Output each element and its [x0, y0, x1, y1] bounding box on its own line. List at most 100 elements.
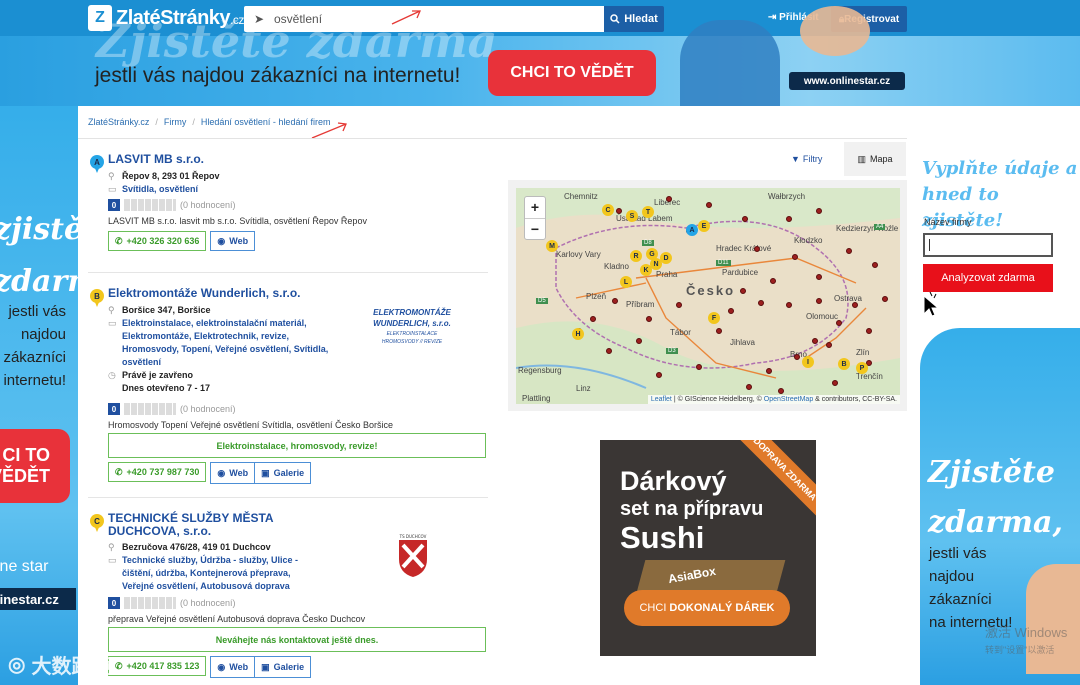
map-road-badge: D5	[536, 298, 548, 304]
map-location-dot[interactable]	[770, 278, 776, 284]
map-location-dot[interactable]	[794, 354, 800, 360]
map-location-dot[interactable]	[746, 384, 752, 390]
map-location-dot[interactable]	[816, 298, 822, 304]
banner-cta-button[interactable]: CHCI TO VĚDĚT	[488, 50, 656, 96]
map-marker-icon: C	[90, 514, 104, 532]
map-location-dot[interactable]	[716, 328, 722, 334]
map-location-dot[interactable]	[852, 302, 858, 308]
web-button[interactable]: ◉ Web	[211, 657, 255, 677]
company-logo[interactable]: TS DUCHCOV	[393, 529, 433, 579]
address-row: ⚲ Bezručova 476/28, 419 01 Duchcov	[108, 542, 271, 552]
map-pin-marker[interactable]: S	[626, 210, 638, 222]
map-location-dot[interactable]	[612, 298, 618, 304]
map-location-dot[interactable]	[872, 262, 878, 268]
leaflet-link[interactable]: Leaflet	[651, 396, 672, 403]
map-pin-marker[interactable]: B	[838, 358, 850, 370]
osm-link[interactable]: OpenStreetMap	[764, 396, 813, 403]
gallery-button[interactable]: ▣ Galerie	[254, 463, 311, 483]
phone-button[interactable]: ✆ +420 737 987 730	[108, 462, 207, 482]
web-gallery-group: ◉ Web ▣ Galerie	[210, 462, 312, 484]
map-pin-marker[interactable]: M	[546, 240, 558, 252]
map-location-dot[interactable]	[754, 246, 760, 252]
gallery-button[interactable]: ▣ Galerie	[254, 657, 311, 677]
sushi-ad-cta[interactable]: CHCI DOKONALÝ DÁREK	[624, 590, 790, 626]
category-links[interactable]: Svítidla, osvětlení	[122, 184, 198, 194]
map-location-dot[interactable]	[706, 202, 712, 208]
highlight-banner[interactable]: Elektroinstalace, hromosvody, revize!	[108, 433, 486, 458]
map-pin-icon: ⚲	[108, 542, 115, 552]
map-location-dot[interactable]	[792, 254, 798, 260]
search-input[interactable]	[274, 12, 594, 26]
map-pin-marker[interactable]: E	[698, 220, 710, 232]
map-city-label: Kladno	[604, 262, 629, 271]
web-button[interactable]: ◉ Web	[210, 231, 256, 251]
map-location-dot[interactable]	[742, 216, 748, 222]
map-pin-marker[interactable]: P	[856, 362, 868, 374]
sushi-ad[interactable]: DOPRAVA ZDARMA Dárkový set na přípravu S…	[600, 440, 816, 656]
map-pin-marker[interactable]: L	[620, 276, 632, 288]
map-pin-marker[interactable]: R	[630, 250, 642, 262]
site-logo[interactable]: Z ZlatéStránky.cz	[88, 4, 244, 32]
analyze-button[interactable]: Analyzovat zdarma	[923, 264, 1053, 292]
map-location-dot[interactable]	[646, 316, 652, 322]
breadcrumb-firms[interactable]: Firmy	[164, 117, 187, 127]
map-pin-marker[interactable]: T	[642, 206, 654, 218]
company-name-link[interactable]: TECHNICKÉ SLUŽBY MĚSTA DUCHCOVA, s.r.o.	[108, 512, 298, 538]
map-location-dot[interactable]	[866, 328, 872, 334]
breadcrumb-home[interactable]: ZlatéStránky.cz	[88, 117, 149, 127]
phone-button[interactable]: ✆ +420 326 320 636	[108, 231, 207, 251]
map-location-dot[interactable]	[816, 208, 822, 214]
map-location-dot[interactable]	[590, 316, 596, 322]
zoom-in-button[interactable]: +	[525, 197, 545, 218]
listing-description: LASVIT MB s.r.o. lasvit mb s.r.o. Svítid…	[108, 216, 367, 226]
map-location-dot[interactable]	[758, 300, 764, 306]
phone-button[interactable]: ✆ +420 417 835 123	[108, 656, 207, 676]
search-button-label: Hledat	[624, 13, 658, 25]
map-pin-marker[interactable]: I	[802, 356, 814, 368]
map-location-dot[interactable]	[656, 372, 662, 378]
map-location-dot[interactable]	[846, 248, 852, 254]
map-location-dot[interactable]	[882, 296, 888, 302]
map-location-dot[interactable]	[740, 288, 746, 294]
company-name-link[interactable]: LASVIT MB s.r.o.	[108, 153, 488, 166]
category-links[interactable]: Technické služby, Údržba - služby, Ulice…	[122, 554, 322, 593]
map-marker-icon: B	[90, 289, 104, 307]
map-location-dot[interactable]	[786, 302, 792, 308]
map-location-dot[interactable]	[636, 338, 642, 344]
map-location-dot[interactable]	[696, 364, 702, 370]
map-location-dot[interactable]	[812, 338, 818, 344]
company-logo[interactable]: ELEKTROMONTÁŽE WUNDERLICH, s.r.o. ELEKTR…	[370, 307, 454, 345]
map-location-dot[interactable]	[786, 216, 792, 222]
company-name-link[interactable]: Elektromontáže Wunderlich, s.r.o.	[108, 287, 488, 300]
map-location-dot[interactable]	[832, 380, 838, 386]
map-pin-marker[interactable]: H	[572, 328, 584, 340]
map-location-dot[interactable]	[816, 274, 822, 280]
map-location-dot[interactable]	[676, 302, 682, 308]
map-city-label: Zlín	[856, 348, 870, 357]
left-ad-cta[interactable]: CI TOVĚDĚT	[0, 429, 70, 503]
banner-url[interactable]: www.onlinestar.cz	[789, 72, 905, 90]
map-location-dot[interactable]	[826, 342, 832, 348]
company-name-input[interactable]	[923, 233, 1053, 257]
web-button[interactable]: ◉ Web	[211, 463, 255, 483]
category-links[interactable]: Elektroinstalace, elektroinstalační mate…	[122, 317, 332, 369]
map-pin-marker[interactable]: K	[640, 264, 652, 276]
map-pin-marker[interactable]: F	[708, 312, 720, 324]
map-location-dot[interactable]	[606, 348, 612, 354]
map-location-dot[interactable]	[766, 368, 772, 374]
map-location-dot[interactable]	[728, 308, 734, 314]
map-location-dot[interactable]	[666, 196, 672, 202]
map-location-dot[interactable]	[836, 320, 842, 326]
left-ad[interactable]: zjistětezdarma, jestli vásnajdouzákazníc…	[0, 106, 78, 685]
map[interactable]: + − Chemnitz Liberec Wałbrzych Ústí nad Lab…	[516, 188, 900, 404]
address-row: ⚲ Řepov 8, 293 01 Řepov	[108, 171, 220, 181]
map-pin-marker[interactable]: C	[602, 204, 614, 216]
map-location-dot[interactable]	[778, 388, 784, 394]
highlight-banner[interactable]: Neváhejte nás kontaktovat ještě dnes.	[108, 627, 486, 652]
filters-toggle[interactable]: ▼ Filtry	[791, 154, 822, 164]
search-button[interactable]: Hledat	[604, 6, 664, 32]
map-tab[interactable]: ▥ Mapa	[844, 142, 906, 176]
map-location-dot[interactable]	[616, 208, 622, 214]
map-pin-marker[interactable]: A	[686, 224, 698, 236]
zoom-out-button[interactable]: −	[525, 217, 545, 240]
